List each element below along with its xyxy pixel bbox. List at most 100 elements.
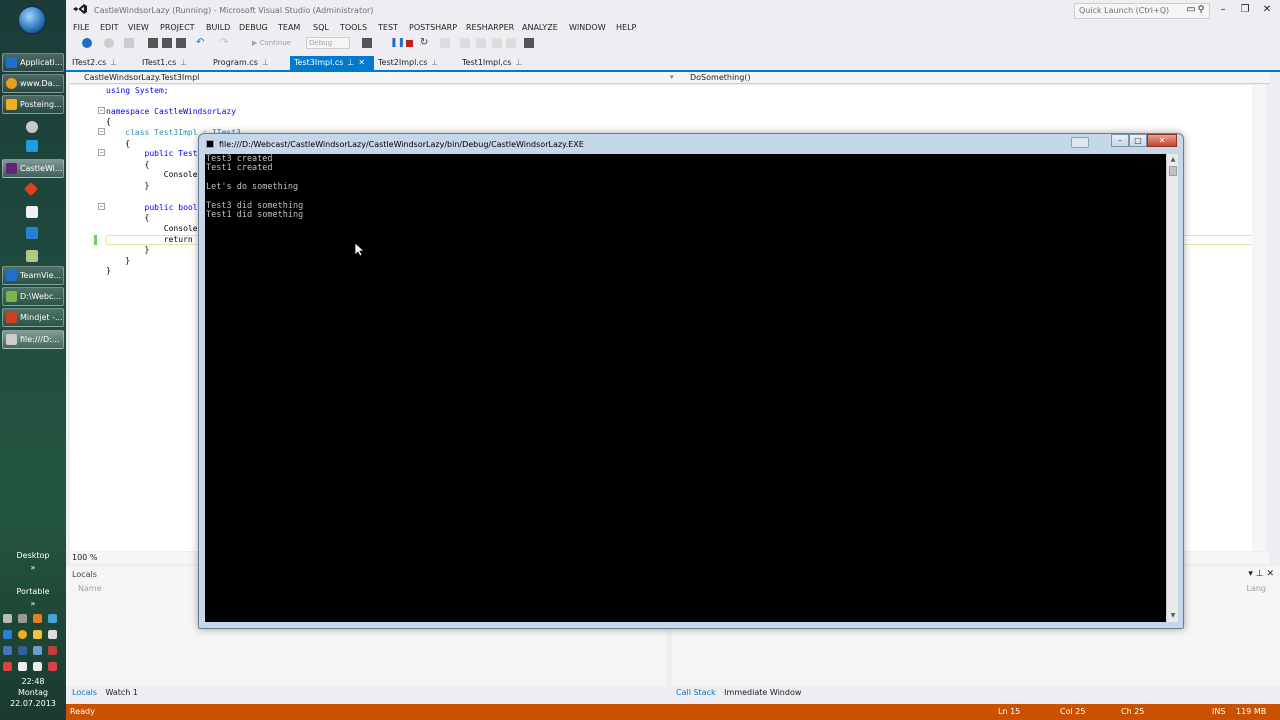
redo-icon[interactable]: ↷ [220,38,230,48]
tray-icon[interactable] [33,630,42,639]
restart-icon[interactable]: ↻ [420,38,430,48]
pause-icon[interactable]: ❚❚ [390,38,405,48]
tray-icon[interactable] [18,646,27,655]
configuration-select[interactable]: Debug [306,37,350,49]
taskbar-button-explorer[interactable]: D:\Webc... [2,287,64,306]
network-icon[interactable] [18,662,27,671]
console-window[interactable]: file:///D:/Webcast/CastleWindsorLazy/Cas… [198,133,1184,629]
tray-icon[interactable] [18,614,27,623]
tray-icon[interactable] [18,630,27,639]
git-icon[interactable] [23,181,39,197]
pin-icon[interactable]: ⊥ [110,58,117,67]
tab-test3impl[interactable]: Test3Impl.cs ⊥ ✕ [290,56,374,70]
chevron-icon[interactable]: » [0,599,66,608]
menu-postsharp[interactable]: POSTSHARP [409,22,457,34]
threads-icon[interactable] [524,38,534,48]
tray-icon[interactable] [48,646,57,655]
forward-icon[interactable] [104,38,114,48]
console-title-bar[interactable]: file:///D:/Webcast/CastleWindsorLazy/Cas… [199,134,1183,154]
portable-toolbar-label[interactable]: Portable [0,587,66,596]
minimize-icon[interactable]: – [1111,134,1129,147]
desktop-toolbar-label[interactable]: Desktop [0,551,66,560]
tab-watch1[interactable]: Watch 1 [105,688,138,697]
undo-icon[interactable]: ↶ [196,38,206,48]
taskbar-button-visual-studio[interactable]: CastleWi... [2,159,64,178]
pin-icon[interactable]: ⊥ [1256,569,1264,579]
console-scrollbar[interactable]: ▲ ▼ [1166,154,1178,622]
close-tab-icon[interactable]: ✕ [358,58,365,67]
scroll-thumb[interactable] [1169,166,1177,176]
tray-icon[interactable] [48,630,57,639]
pin-icon[interactable]: ⊥ [180,58,187,67]
tray-icon[interactable] [48,662,57,671]
keyboard-icon[interactable] [1071,137,1089,148]
menu-view[interactable]: VIEW [128,22,149,34]
collapse-icon[interactable]: − [98,107,105,114]
app-icon[interactable] [26,121,38,133]
continue-button[interactable]: ▶ Continue [252,38,291,48]
menu-debug[interactable]: DEBUG [239,22,268,34]
type-dropdown[interactable]: CastleWindsorLazy.Test3Impl [84,73,199,82]
tray-icon[interactable] [3,662,12,671]
collapse-icon[interactable]: − [98,128,105,135]
member-dropdown[interactable]: DoSomething() [690,73,751,82]
calendar-icon[interactable] [26,206,38,218]
menu-help[interactable]: HELP [616,22,636,34]
editor-vertical-scrollbar[interactable] [1252,85,1266,551]
twitter-icon[interactable] [26,140,38,152]
maximize-icon[interactable]: □ [1129,134,1147,147]
tray-icon[interactable] [48,614,57,623]
chevron-icon[interactable]: » [0,563,66,572]
console-icon[interactable] [206,140,214,148]
tab-itest1[interactable]: ITest1.cs ⊥ [138,56,208,70]
show-next-statement-icon[interactable] [440,38,450,48]
system-clock[interactable]: 22:48 Montag 22.07.2013 [0,676,66,709]
console-output-area[interactable]: Test3 created Test1 created Let's do som… [205,154,1166,622]
tray-icon[interactable] [33,614,42,623]
taskbar-button-mail[interactable]: Posteing... [2,95,64,114]
chevron-down-icon[interactable]: ▾ [1248,569,1253,579]
tray-icon[interactable] [3,646,12,655]
windows-start-orb[interactable] [18,6,46,34]
restore-icon[interactable]: ❐ [1238,4,1252,16]
menu-tools[interactable]: TOOLS [340,22,367,34]
tab-itest2[interactable]: ITest2.cs ⊥ [68,56,138,70]
scroll-down-icon[interactable]: ▼ [1169,612,1177,620]
tab-call-stack[interactable]: Call Stack [676,688,716,697]
save-icon[interactable] [162,38,172,48]
minimize-icon[interactable]: – [1216,4,1230,16]
taskbar-button-applications[interactable]: Applicati... [2,53,64,72]
menu-team[interactable]: TEAM [278,22,300,34]
tab-immediate-window[interactable]: Immediate Window [724,688,801,697]
menu-edit[interactable]: EDIT [100,22,118,34]
tray-icon[interactable] [3,630,12,639]
menu-sql[interactable]: SQL [313,22,329,34]
taskbar-button-browser[interactable]: www.Da... [2,74,64,93]
close-icon[interactable]: ✕ [1266,569,1274,579]
close-icon[interactable]: ✕ [1147,134,1177,147]
menu-file[interactable]: FILE [73,22,89,34]
new-project-icon[interactable] [124,38,134,48]
disk-icon[interactable] [26,227,38,239]
pin-icon[interactable]: ⊥ [431,58,438,67]
menu-window[interactable]: WINDOW [569,22,606,34]
step-out-icon[interactable] [492,38,502,48]
back-icon[interactable] [82,38,92,48]
tray-icon[interactable] [33,646,42,655]
language-column-header[interactable]: Lang [1246,584,1266,593]
menu-test[interactable]: TEST [378,22,398,34]
name-column-header[interactable]: Name [78,584,102,593]
collapse-icon[interactable]: − [98,203,105,210]
stop-icon[interactable] [406,40,413,47]
taskbar-button-console[interactable]: file:///D:... [2,330,64,349]
pin-icon[interactable]: ⊥ [515,58,522,67]
step-into-icon[interactable] [460,38,470,48]
tab-test2impl[interactable]: Test2Impl.cs ⊥ [374,56,458,70]
menu-analyze[interactable]: ANALYZE [522,22,558,34]
menu-resharper[interactable]: RESHARPER [466,22,514,34]
taskbar-button-teamviewer[interactable]: TeamVie... [2,266,64,285]
pin-icon[interactable]: ⊥ [262,58,269,67]
collapse-icon[interactable]: − [98,149,105,156]
taskbar-button-mindjet[interactable]: Mindjet -... [2,308,64,327]
menu-build[interactable]: BUILD [206,22,230,34]
